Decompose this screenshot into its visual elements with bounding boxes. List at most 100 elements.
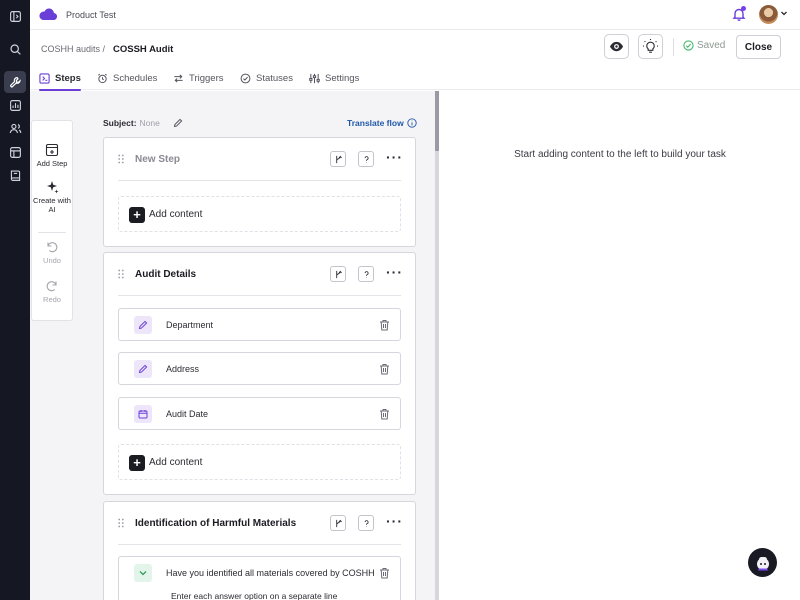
add-content-label: Add content bbox=[149, 209, 203, 220]
trash-icon[interactable] bbox=[379, 408, 390, 420]
avatar[interactable] bbox=[759, 5, 778, 24]
product-name[interactable]: Product Test bbox=[66, 10, 116, 20]
plus-icon: + bbox=[129, 455, 145, 471]
pencil-icon bbox=[134, 360, 152, 378]
tips-button[interactable] bbox=[638, 34, 663, 59]
eye-icon bbox=[609, 41, 624, 52]
step-header: New Step ··· bbox=[104, 138, 415, 182]
translate-flow-link[interactable]: Translate flow bbox=[347, 118, 417, 128]
field-label: Address bbox=[166, 364, 200, 374]
tab-label: Triggers bbox=[189, 72, 224, 84]
help-button[interactable] bbox=[358, 515, 374, 531]
field-label: Audit Date bbox=[166, 409, 209, 419]
tab-steps[interactable]: Steps bbox=[39, 67, 81, 91]
create-with-ai-button[interactable]: Create with AI bbox=[32, 180, 72, 214]
add-content-button[interactable]: + Add content bbox=[118, 444, 401, 480]
trash-icon[interactable] bbox=[379, 567, 390, 579]
pencil-icon[interactable] bbox=[173, 118, 183, 128]
redo-icon bbox=[46, 281, 57, 292]
editor-scroll-thumb[interactable] bbox=[435, 91, 439, 151]
branch-icon bbox=[335, 155, 342, 163]
trash-icon[interactable] bbox=[379, 319, 390, 331]
chat-assistant-button[interactable] bbox=[748, 548, 777, 577]
add-step-label: Add Step bbox=[36, 159, 68, 168]
more-options-icon[interactable]: ··· bbox=[386, 265, 403, 279]
breadcrumb[interactable]: COSHH audits / bbox=[41, 44, 105, 54]
step-divider bbox=[118, 180, 401, 181]
tab-statuses[interactable]: Statuses bbox=[240, 67, 293, 89]
field-address[interactable]: Address bbox=[118, 352, 401, 385]
tab-schedules[interactable]: Schedules bbox=[97, 67, 157, 89]
subject-label: Subject: bbox=[103, 118, 137, 128]
preview-button[interactable] bbox=[604, 34, 629, 59]
saved-status: Saved bbox=[683, 40, 725, 51]
undo-label: Undo bbox=[43, 256, 61, 265]
drag-handle-icon[interactable] bbox=[118, 154, 124, 164]
help-button[interactable] bbox=[358, 266, 374, 282]
step-card: Audit Details ··· Department Address Aud… bbox=[103, 252, 416, 495]
more-options-icon[interactable]: ··· bbox=[386, 150, 403, 164]
field-audit-date[interactable]: Audit Date bbox=[118, 397, 401, 430]
close-button[interactable]: Close bbox=[736, 35, 781, 59]
steps-icon bbox=[39, 72, 50, 84]
tab-settings[interactable]: Settings bbox=[309, 67, 359, 89]
more-options-icon[interactable]: ··· bbox=[386, 514, 403, 528]
undo-button[interactable]: Undo bbox=[32, 240, 72, 266]
sparkle-icon bbox=[47, 181, 59, 194]
tab-label: Statuses bbox=[256, 72, 293, 84]
field-department[interactable]: Department bbox=[118, 308, 401, 341]
field-label: Department bbox=[166, 320, 214, 330]
pencil-icon bbox=[134, 316, 152, 334]
branch-button[interactable] bbox=[330, 266, 346, 282]
add-step-button[interactable]: Add Step bbox=[32, 143, 72, 169]
top-bar: Product Test bbox=[30, 0, 800, 30]
saved-label: Saved bbox=[697, 40, 726, 51]
chevron-down-icon[interactable] bbox=[780, 9, 788, 17]
step-title[interactable]: Audit Details bbox=[135, 269, 196, 280]
redo-label: Redo bbox=[43, 295, 61, 304]
branch-button[interactable] bbox=[330, 515, 346, 531]
check-circle-icon bbox=[683, 40, 694, 51]
preview-panel: Start adding content to the left to buil… bbox=[440, 91, 800, 600]
alarm-clock-icon bbox=[98, 73, 107, 83]
drag-handle-icon[interactable] bbox=[118, 518, 124, 528]
panel-toggle-icon[interactable] bbox=[4, 5, 26, 27]
chart-icon[interactable] bbox=[4, 94, 26, 116]
step-title[interactable]: Identification of Harmful Materials bbox=[135, 518, 296, 529]
create-with-ai-label: Create with AI bbox=[33, 196, 71, 214]
tab-triggers[interactable]: Triggers bbox=[173, 67, 224, 89]
add-step-icon bbox=[45, 143, 59, 157]
left-rail bbox=[0, 0, 30, 600]
book-icon[interactable] bbox=[4, 164, 26, 186]
layout-icon[interactable] bbox=[4, 141, 26, 163]
drag-handle-icon[interactable] bbox=[118, 269, 124, 279]
header-divider bbox=[673, 38, 674, 56]
step-title[interactable]: New Step bbox=[135, 154, 180, 165]
trash-icon[interactable] bbox=[379, 363, 390, 375]
subject-value: None bbox=[139, 118, 160, 128]
tab-bar: Steps Schedules Triggers Statuses Settin… bbox=[30, 62, 800, 91]
branch-icon bbox=[335, 270, 342, 278]
wrench-icon[interactable] bbox=[4, 71, 26, 93]
field-materials-question[interactable]: Have you identified all materials covere… bbox=[118, 556, 401, 600]
info-icon bbox=[407, 118, 417, 128]
tab-label: Steps bbox=[55, 72, 81, 84]
add-content-label: Add content bbox=[149, 457, 203, 468]
help-button[interactable] bbox=[358, 151, 374, 167]
users-icon[interactable] bbox=[4, 117, 26, 139]
tab-label: Schedules bbox=[113, 72, 158, 84]
brand-cloud-icon[interactable] bbox=[38, 7, 58, 21]
editor-scrollbar[interactable] bbox=[435, 91, 439, 600]
notification-dot bbox=[741, 6, 746, 11]
add-content-button[interactable]: + Add content bbox=[118, 196, 401, 232]
step-divider bbox=[118, 295, 401, 296]
redo-button[interactable]: Redo bbox=[32, 279, 72, 305]
empty-state-message: Start adding content to the left to buil… bbox=[514, 149, 726, 160]
branch-icon bbox=[335, 519, 342, 527]
step-card: New Step ··· + Add content bbox=[103, 137, 416, 247]
question-icon bbox=[364, 519, 369, 526]
branch-button[interactable] bbox=[330, 151, 346, 167]
search-icon[interactable] bbox=[4, 38, 26, 60]
step-card: Identification of Harmful Materials ··· … bbox=[103, 501, 416, 600]
assistant-avatar-icon bbox=[756, 556, 769, 570]
